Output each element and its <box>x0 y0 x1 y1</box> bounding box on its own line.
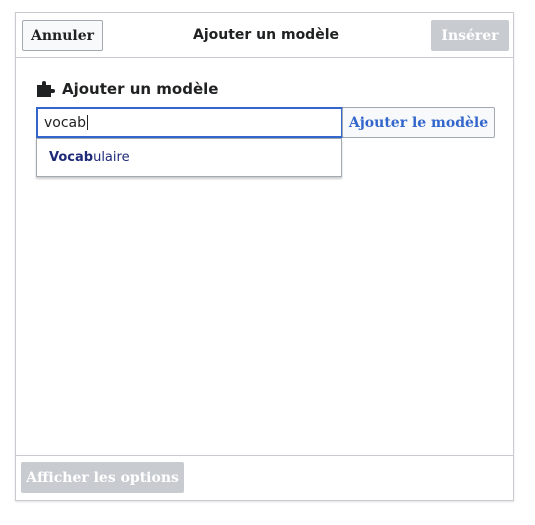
dialog-title: Ajouter un modèle <box>192 27 339 43</box>
section-heading: Ajouter un modèle <box>37 78 218 100</box>
show-options-button[interactable]: Afficher les options <box>21 462 184 493</box>
suggestion-item[interactable]: Vocab ulaire <box>36 138 342 177</box>
insert-button[interactable]: Insérer <box>431 20 509 51</box>
text-caret <box>87 115 89 130</box>
suggestion-rest-text: ulaire <box>93 150 130 165</box>
dialog-footer: Afficher les options <box>16 455 513 500</box>
puzzle-piece-icon <box>37 81 57 97</box>
section-title-text: Ajouter un modèle <box>62 80 219 98</box>
suggestion-match-text: Vocab <box>49 150 94 165</box>
template-search-input[interactable]: vocab <box>36 107 343 138</box>
search-input-value: vocab <box>44 114 87 131</box>
cancel-button[interactable]: Annuler <box>22 20 103 51</box>
add-template-button[interactable]: Ajouter le modèle <box>342 107 495 138</box>
dialog-header: Annuler Ajouter un modèle Insérer <box>16 13 513 58</box>
template-dialog: Annuler Ajouter un modèle Insérer Ajoute… <box>15 12 514 501</box>
